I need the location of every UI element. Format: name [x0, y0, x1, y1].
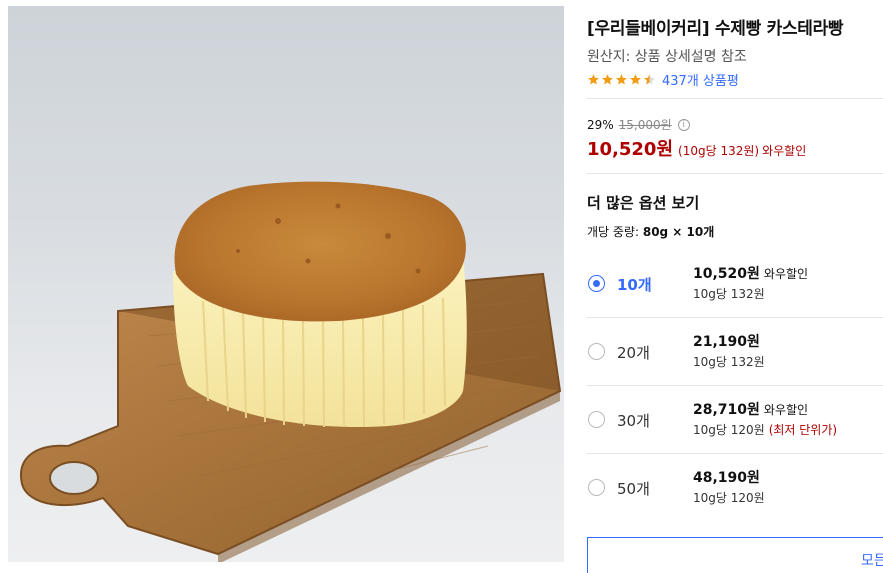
option-unit-line: 10g당 132원 [693, 353, 765, 370]
option-wow-label: 와우할인 [763, 403, 809, 417]
option-price: 10,520원 [693, 266, 760, 282]
option-10[interactable]: 10개 10,520원 와우할인 10g당 132원 [587, 250, 883, 318]
option-price-line: 21,190원 [693, 331, 760, 351]
unit-price: (10g당 132원) [678, 144, 760, 158]
option-50[interactable]: 50개 48,190원 10g당 120원 [587, 454, 883, 522]
divider [587, 173, 883, 174]
option-price-line: 28,710원 와우할인 [693, 399, 808, 419]
option-qty: 10개 [617, 276, 652, 294]
star-icon [588, 73, 599, 85]
product-info-panel: [우리들베이커리] 수제빵 카스테라빵 원산지: 상품 상세설명 참조 437개… [587, 0, 883, 573]
option-unit-price: 10g당 132원 [693, 287, 765, 301]
option-unit-line: 10g당 132원 [693, 285, 765, 302]
option-30[interactable]: 30개 28,710원 와우할인 10g당 120원 (최저 단위가) [587, 386, 883, 454]
castella-cake-photo [20, 181, 562, 562]
star-icon [630, 73, 641, 85]
view-all-options-label: 모든 [861, 553, 883, 569]
more-options-toggle[interactable]: 더 많은 옵션 보기 [587, 192, 699, 213]
option-qty: 30개 [617, 412, 650, 430]
rating-row: 437개 상품평 [587, 70, 739, 89]
radio-button[interactable] [588, 411, 605, 428]
origin-text: 원산지: 상품 상세설명 참조 [587, 49, 747, 65]
option-price: 48,190원 [693, 470, 760, 486]
option-price: 28,710원 [693, 402, 760, 418]
option-20[interactable]: 20개 21,190원 10g당 132원 [587, 318, 883, 386]
radio-button[interactable] [588, 275, 605, 292]
discount-rate: 29% [587, 117, 614, 132]
option-qty: 50개 [617, 480, 650, 498]
info-icon[interactable]: i [677, 118, 690, 131]
product-image[interactable] [8, 6, 564, 562]
radio-button[interactable] [588, 479, 605, 496]
option-unit-line: 10g당 120원 [693, 489, 765, 506]
option-unit-price: 10g당 132원 [693, 355, 765, 369]
option-price-line: 10,520원 와우할인 [693, 263, 808, 283]
star-icon [602, 73, 613, 85]
star-rating [587, 73, 657, 86]
option-unit-price: 10g당 120원 [693, 423, 765, 437]
price-meta-row: 29% 15,000원 i [587, 116, 690, 133]
option-wow-label: 와우할인 [763, 267, 809, 281]
option-unit-price: 10g당 120원 [693, 491, 765, 505]
star-icon [616, 73, 627, 85]
unit-spec-label: 개당 중량: [587, 225, 643, 239]
view-all-options-button[interactable]: 모든 [587, 537, 883, 573]
sale-price: 10,520원 [587, 139, 674, 160]
sale-price-row: 10,520원 (10g당 132원) 와우할인 [587, 135, 806, 161]
divider [587, 98, 883, 99]
lowest-unit-price-badge: (최저 단위가) [768, 423, 838, 437]
option-price: 21,190원 [693, 334, 760, 350]
radio-button[interactable] [588, 343, 605, 360]
option-qty: 20개 [617, 344, 650, 362]
half-star-icon [644, 73, 655, 85]
option-price-line: 48,190원 [693, 467, 760, 487]
unit-spec-value: 80g × 10개 [642, 225, 715, 239]
review-count-link[interactable]: 437개 상품평 [662, 70, 739, 89]
wow-discount-label: 와우할인 [762, 144, 807, 158]
original-price: 15,000원 [618, 118, 672, 132]
unit-spec: 개당 중량: 80g × 10개 [587, 223, 714, 240]
option-unit-line: 10g당 120원 (최저 단위가) [693, 421, 837, 438]
product-title: [우리들베이커리] 수제빵 카스테라빵 [587, 19, 844, 39]
